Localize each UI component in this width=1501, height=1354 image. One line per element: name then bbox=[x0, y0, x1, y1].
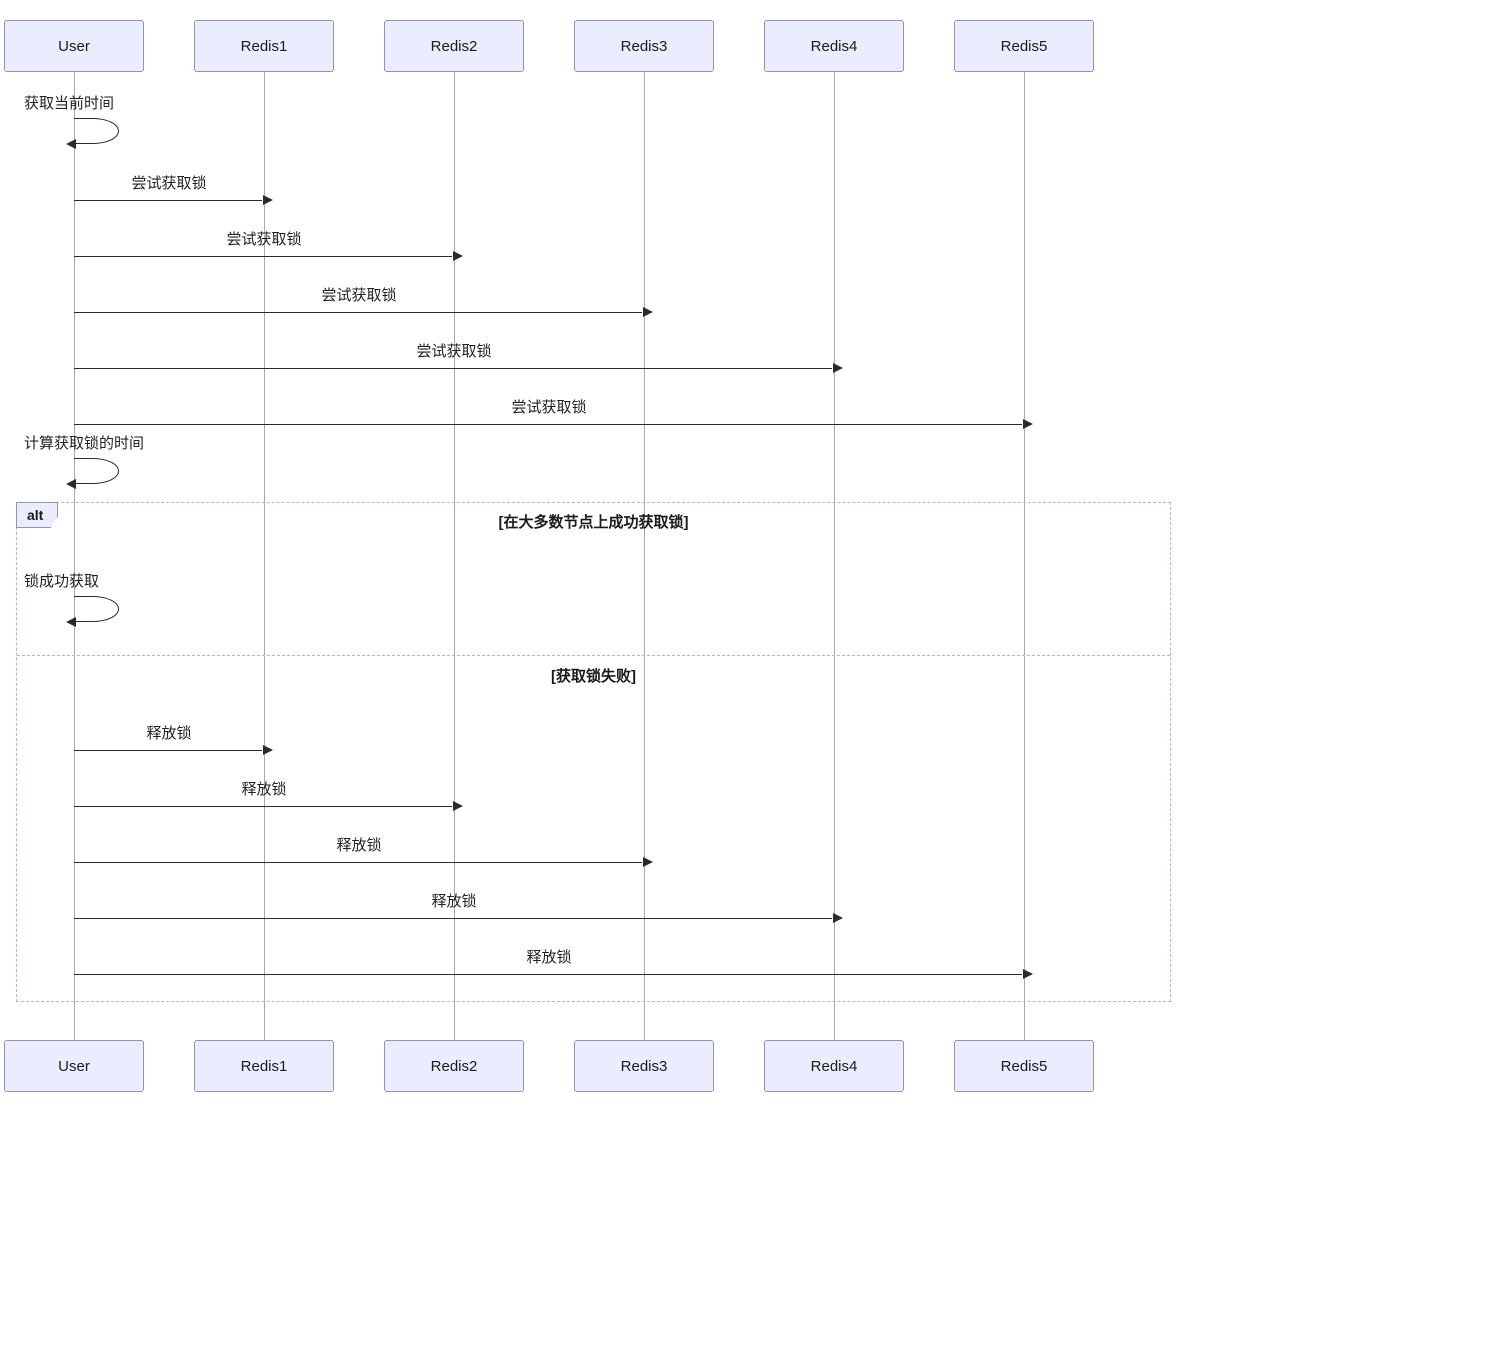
actor-user-bottom: User bbox=[4, 1040, 144, 1092]
msg-acquire-redis3-label: 尝试获取锁 bbox=[321, 284, 396, 305]
actor-redis5-bottom: Redis5 bbox=[954, 1040, 1094, 1092]
alt-condition-fail: [获取锁失败] bbox=[551, 665, 636, 686]
actor-label: Redis4 bbox=[811, 1058, 858, 1075]
actor-redis3-bottom: Redis3 bbox=[574, 1040, 714, 1092]
actor-redis4-bottom: Redis4 bbox=[764, 1040, 904, 1092]
actor-label: Redis2 bbox=[431, 1058, 478, 1075]
actor-label: Redis1 bbox=[241, 38, 288, 55]
self-msg-get-time-label: 获取当前时间 bbox=[24, 92, 114, 113]
actor-label: User bbox=[58, 1058, 90, 1075]
msg-acquire-redis1-arrowhead bbox=[263, 195, 273, 205]
self-msg-calc-time-arrow bbox=[74, 458, 124, 486]
msg-acquire-redis3-line bbox=[74, 312, 642, 313]
actor-label: Redis1 bbox=[241, 1058, 288, 1075]
actor-redis5-top: Redis5 bbox=[954, 20, 1094, 72]
actor-redis1-top: Redis1 bbox=[194, 20, 334, 72]
msg-release-redis5-arrowhead bbox=[1023, 969, 1033, 979]
actor-label: Redis5 bbox=[1001, 1058, 1048, 1075]
self-msg-get-time-arrow bbox=[74, 118, 124, 146]
msg-acquire-redis5-label: 尝试获取锁 bbox=[511, 396, 586, 417]
sequence-diagram: User User Redis1 Redis1 Redis2 Redis2 Redis3 Re… bbox=[0, 0, 1501, 1354]
msg-release-redis3-line bbox=[74, 862, 642, 863]
msg-acquire-redis5-line bbox=[74, 424, 1022, 425]
actor-redis3-top: Redis3 bbox=[574, 20, 714, 72]
msg-release-redis3-label: 释放锁 bbox=[336, 834, 381, 855]
actor-label: Redis2 bbox=[431, 38, 478, 55]
msg-release-redis5-label: 释放锁 bbox=[526, 946, 571, 967]
msg-release-redis2-arrowhead bbox=[453, 801, 463, 811]
alt-divider bbox=[17, 655, 1170, 656]
msg-acquire-redis2-arrowhead bbox=[453, 251, 463, 261]
msg-acquire-redis4-arrowhead bbox=[833, 363, 843, 373]
msg-release-redis1-arrowhead bbox=[263, 745, 273, 755]
msg-acquire-redis4-label: 尝试获取锁 bbox=[416, 340, 491, 361]
self-msg-calc-time-label: 计算获取锁的时间 bbox=[24, 432, 144, 453]
actor-label: User bbox=[58, 38, 90, 55]
actor-redis4-top: Redis4 bbox=[764, 20, 904, 72]
msg-acquire-redis5-arrowhead bbox=[1023, 419, 1033, 429]
actor-label: Redis3 bbox=[621, 38, 668, 55]
msg-acquire-redis2-line bbox=[74, 256, 452, 257]
actor-label: Redis4 bbox=[811, 38, 858, 55]
msg-acquire-redis1-line bbox=[74, 200, 262, 201]
msg-release-redis4-line bbox=[74, 918, 832, 919]
msg-release-redis1-label: 释放锁 bbox=[146, 722, 191, 743]
alt-tag: alt bbox=[16, 502, 58, 528]
msg-release-redis2-line bbox=[74, 806, 452, 807]
msg-acquire-redis1-label: 尝试获取锁 bbox=[131, 172, 206, 193]
actor-label: Redis5 bbox=[1001, 38, 1048, 55]
msg-release-redis4-label: 释放锁 bbox=[431, 890, 476, 911]
msg-acquire-redis3-arrowhead bbox=[643, 307, 653, 317]
actor-user-top: User bbox=[4, 20, 144, 72]
actor-label: Redis3 bbox=[621, 1058, 668, 1075]
msg-release-redis2-label: 释放锁 bbox=[241, 778, 286, 799]
actor-redis2-bottom: Redis2 bbox=[384, 1040, 524, 1092]
msg-acquire-redis2-label: 尝试获取锁 bbox=[226, 228, 301, 249]
msg-release-redis4-arrowhead bbox=[833, 913, 843, 923]
msg-release-redis1-line bbox=[74, 750, 262, 751]
actor-redis1-bottom: Redis1 bbox=[194, 1040, 334, 1092]
msg-release-redis3-arrowhead bbox=[643, 857, 653, 867]
msg-acquire-redis4-line bbox=[74, 368, 832, 369]
alt-frame: alt [在大多数节点上成功获取锁] [获取锁失败] bbox=[16, 502, 1171, 1002]
alt-condition-success: [在大多数节点上成功获取锁] bbox=[499, 511, 689, 532]
actor-redis2-top: Redis2 bbox=[384, 20, 524, 72]
msg-release-redis5-line bbox=[74, 974, 1022, 975]
